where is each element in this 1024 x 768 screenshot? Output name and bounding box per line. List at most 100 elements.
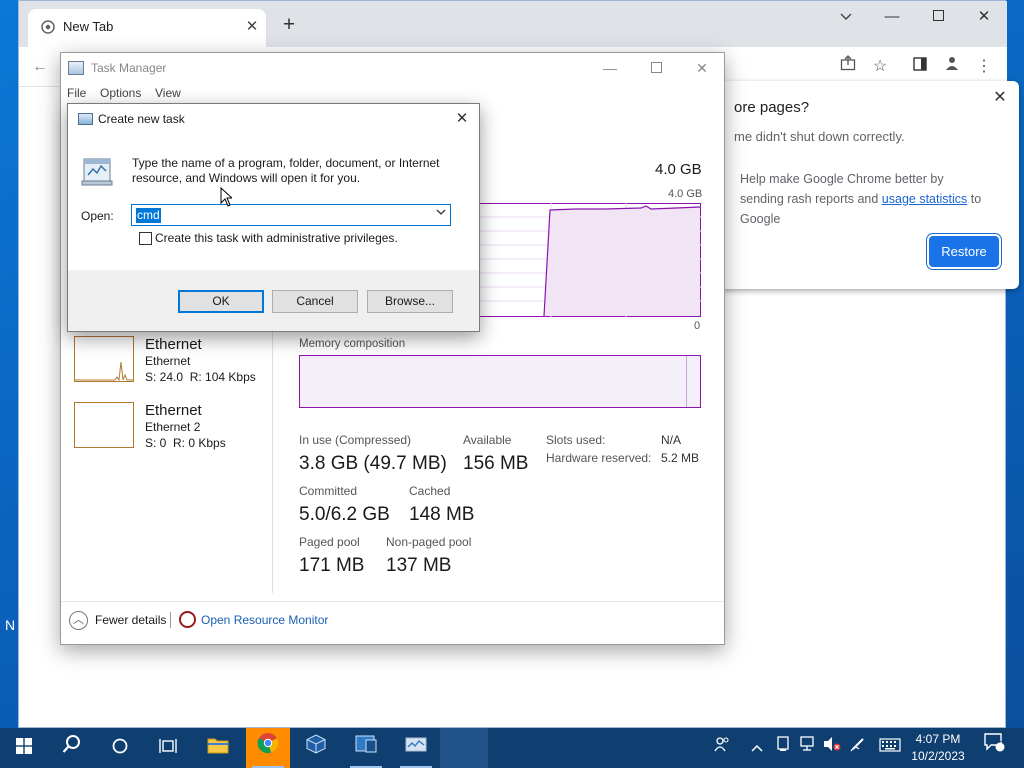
ok-button[interactable]: OK <box>178 290 264 313</box>
clock-date[interactable]: 10/2/2023 <box>906 749 970 763</box>
tab-new-tab[interactable]: New Tab ✕ <box>28 9 266 47</box>
browse-button[interactable]: Browse... <box>367 290 453 313</box>
tm-close-button[interactable]: ✕ <box>679 57 725 81</box>
pen-workspace-icon[interactable] <box>846 728 870 768</box>
admin-privileges-checkbox[interactable] <box>139 232 152 245</box>
tab-title: New Tab <box>63 19 114 34</box>
paged-pool-value: 171 MB <box>299 555 365 576</box>
available-label: Available <box>463 433 512 447</box>
action-center-icon[interactable]: 1 <box>978 728 1010 768</box>
chevron-up-tray-icon[interactable] <box>746 728 768 768</box>
create-new-task-taskbar-button[interactable] <box>440 728 488 768</box>
restore-button[interactable]: Restore <box>929 236 999 267</box>
task-view-icon[interactable] <box>146 728 190 768</box>
ethernet-2-adapter: Ethernet 2 <box>145 420 201 434</box>
memory-composition-bar <box>299 355 701 408</box>
committed-value: 5.0/6.2 GB <box>299 504 390 525</box>
chrome-tab-strip: New Tab ✕ + — ✕ <box>19 1 1007 47</box>
ethernet-2-rate: S: 0 R: 0 Kbps <box>145 436 226 450</box>
file-explorer-icon[interactable] <box>196 728 240 768</box>
network-icon[interactable] <box>796 728 820 768</box>
open-label: Open: <box>81 209 114 223</box>
minimize-button[interactable]: — <box>869 3 915 33</box>
close-tab-icon[interactable]: ✕ <box>242 17 262 37</box>
memory-total: 4.0 GB <box>655 161 702 178</box>
task-manager-app-icon <box>68 61 84 75</box>
help-middle-text: rash reports and <box>787 192 879 206</box>
share-icon[interactable] <box>835 54 861 80</box>
resource-monitor-icon <box>179 611 196 628</box>
ethernet-2-mini-graph <box>74 402 134 448</box>
menu-file[interactable]: File <box>67 86 86 100</box>
available-value: 156 MB <box>463 453 529 474</box>
back-arrow-icon[interactable]: ← <box>27 54 53 80</box>
open-combobox[interactable]: cmd <box>131 204 451 226</box>
chevron-down-icon[interactable] <box>436 207 446 219</box>
paged-pool-label: Paged pool <box>299 535 360 549</box>
slots-used-label: Slots used: <box>546 433 606 447</box>
slots-used-value: N/A <box>661 433 682 447</box>
non-paged-pool-value: 137 MB <box>386 555 452 576</box>
memory-composition-in-use <box>300 356 687 407</box>
profile-avatar-icon[interactable] <box>939 54 965 80</box>
touch-keyboard-icon[interactable] <box>876 728 904 768</box>
fewer-details-link[interactable]: Fewer details <box>95 613 166 627</box>
chrome-taskbar-icon[interactable] <box>246 728 290 768</box>
committed-label: Committed <box>299 484 358 498</box>
in-use-label: In use (Compressed) <box>299 433 412 447</box>
memory-chart-min-label: 0 <box>694 320 701 332</box>
hardware-reserved-value: 5.2 MB <box>661 451 700 465</box>
restore-pages-bubble: ore pages? me didn't shut down correctly… <box>704 81 1019 289</box>
notification-count-badge: 1 <box>997 734 1003 744</box>
start-windows-icon[interactable] <box>2 728 46 768</box>
dialog-description: Type the name of a program, folder, docu… <box>132 156 440 185</box>
ethernet-1-adapter: Ethernet <box>145 354 191 368</box>
task-manager-title: Task Manager <box>91 61 167 75</box>
memory-composition-label: Memory composition <box>299 338 406 350</box>
non-paged-pool-label: Non-paged pool <box>386 535 472 549</box>
ethernet-1-rate: S: 24.0 R: 104 Kbps <box>145 370 256 384</box>
virtualbox-icon[interactable] <box>294 728 338 768</box>
volume-muted-icon[interactable] <box>820 728 844 768</box>
chevron-up-icon[interactable]: ︿ <box>69 611 88 630</box>
cortana-icon[interactable] <box>98 728 142 768</box>
admin-privileges-label[interactable]: Create this task with administrative pri… <box>155 231 398 245</box>
people-icon[interactable] <box>708 728 736 768</box>
sidebar-item-ethernet-2[interactable]: Ethernet Ethernet 2 S: 0 R: 0 Kbps <box>74 402 264 452</box>
dialog-titlebar[interactable]: Create new task ✕ <box>68 104 479 134</box>
tm-minimize-button[interactable]: — <box>587 57 633 81</box>
ethernet-1-mini-graph <box>74 336 134 382</box>
cancel-button[interactable]: Cancel <box>272 290 358 313</box>
open-resource-monitor-link[interactable]: Open Resource Monitor <box>201 613 328 627</box>
dialog-body <box>68 134 479 270</box>
desktop-icon-label: N <box>5 617 16 633</box>
menu-kebab-icon[interactable]: ⋮ <box>971 54 997 80</box>
new-tab-button[interactable]: + <box>277 14 301 38</box>
search-icon[interactable] <box>50 728 94 768</box>
side-panel-icon[interactable] <box>907 54 933 80</box>
app-window-icon[interactable] <box>344 728 388 768</box>
close-window-button[interactable]: ✕ <box>961 3 1007 33</box>
run-dialog-icon <box>78 113 93 125</box>
restore-bubble-title: ore pages? <box>734 99 810 116</box>
ethernet-2-name: Ethernet <box>145 402 202 419</box>
open-input-value[interactable]: cmd <box>136 208 161 223</box>
close-bubble-icon[interactable]: ✕ <box>989 87 1011 109</box>
memory-usage-chart <box>476 203 701 317</box>
clock-time[interactable]: 4:07 PM <box>910 732 966 746</box>
task-manager-titlebar[interactable]: Task Manager — ✕ <box>61 53 724 83</box>
sidebar-item-ethernet-1[interactable]: Ethernet Ethernet S: 24.0 R: 104 Kbps <box>74 336 264 386</box>
bookmark-star-icon[interactable]: ☆ <box>867 54 893 80</box>
menu-options[interactable]: Options <box>100 86 141 100</box>
ethernet-1-name: Ethernet <box>145 336 202 353</box>
task-manager-taskbar-icon[interactable] <box>394 728 438 768</box>
tab-search-chevron-icon[interactable] <box>823 3 869 33</box>
dialog-close-button[interactable]: ✕ <box>448 107 476 131</box>
link-separator <box>170 612 171 628</box>
usage-statistics-link[interactable]: usage statistics <box>882 192 967 206</box>
safely-remove-hardware-icon[interactable] <box>772 728 794 768</box>
menu-view[interactable]: View <box>155 86 181 100</box>
maximize-button[interactable] <box>915 3 961 33</box>
hardware-reserved-label: Hardware reserved: <box>546 451 652 465</box>
tm-maximize-button[interactable] <box>633 57 679 81</box>
